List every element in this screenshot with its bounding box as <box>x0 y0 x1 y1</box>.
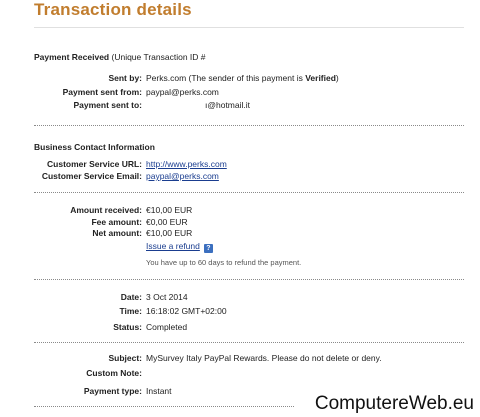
sent-from-value: paypal@perks.com <box>146 87 219 97</box>
date-label: Date: <box>120 292 142 302</box>
subject-value: MySurvey Italy PayPal Rewards. Please do… <box>146 353 382 363</box>
business-contact-label: Business Contact Information <box>34 142 155 152</box>
payment-received-label: Payment Received <box>34 52 110 62</box>
section-divider <box>34 192 464 193</box>
sent-by-value: Perks.com (The sender of this payment is… <box>146 73 339 83</box>
fee-amount-label: Fee amount: <box>91 217 142 227</box>
help-icon[interactable]: ? <box>203 244 213 253</box>
sent-from-label: Payment sent from: <box>62 87 142 97</box>
fee-amount-value: €0,00 EUR <box>146 217 188 227</box>
payment-type-value: Instant <box>146 386 172 396</box>
net-amount-value: €10,00 EUR <box>146 228 193 238</box>
time-label: Time: <box>119 306 142 316</box>
net-amount-label: Net amount: <box>92 228 142 238</box>
page-title: Transaction details <box>34 0 192 19</box>
sent-by-suffix: ) <box>335 73 339 83</box>
payment-type-label: Payment type: <box>83 386 142 396</box>
section-divider <box>34 342 464 343</box>
verified-status: Verified <box>305 73 336 83</box>
service-email-label: Customer Service Email: <box>41 171 142 181</box>
amount-received-label: Amount received: <box>70 205 142 215</box>
status-label: Status: <box>113 322 142 332</box>
status-value: Completed <box>146 322 188 332</box>
section-divider <box>34 406 294 407</box>
sent-by-text: Perks.com (The sender of this payment is <box>146 73 306 83</box>
section-divider <box>34 279 464 280</box>
business-contact-heading: Business Contact Information <box>34 142 155 152</box>
refund-row: Issue a refund? <box>146 241 213 253</box>
subject-label: Subject: <box>108 353 142 363</box>
payment-received-heading: Payment Received (Unique Transaction ID … <box>34 52 206 62</box>
custom-note-label: Custom Note: <box>86 368 142 378</box>
sent-to-label: Payment sent to: <box>73 100 143 110</box>
section-divider <box>34 125 464 126</box>
amount-received-value: €10,00 EUR <box>146 205 193 215</box>
sent-by-label: Sent by: <box>108 73 142 83</box>
date-value: 3 Oct 2014 <box>146 292 188 302</box>
watermark: ComputereWeb.eu <box>314 393 474 414</box>
time-value: 16:18:02 GMT+02:00 <box>146 306 227 316</box>
sent-to-value: ı@hotmail.it <box>205 100 251 110</box>
transaction-id-label: (Unique Transaction ID # <box>111 52 206 62</box>
service-url-link[interactable]: http://www.perks.com <box>146 159 227 169</box>
service-url-label: Customer Service URL: <box>47 159 142 169</box>
service-email-link[interactable]: paypal@perks.com <box>146 171 219 181</box>
refund-note: You have up to 60 days to refund the pay… <box>146 258 302 267</box>
title-divider <box>34 27 464 28</box>
issue-refund-link[interactable]: Issue a refund <box>146 241 200 251</box>
